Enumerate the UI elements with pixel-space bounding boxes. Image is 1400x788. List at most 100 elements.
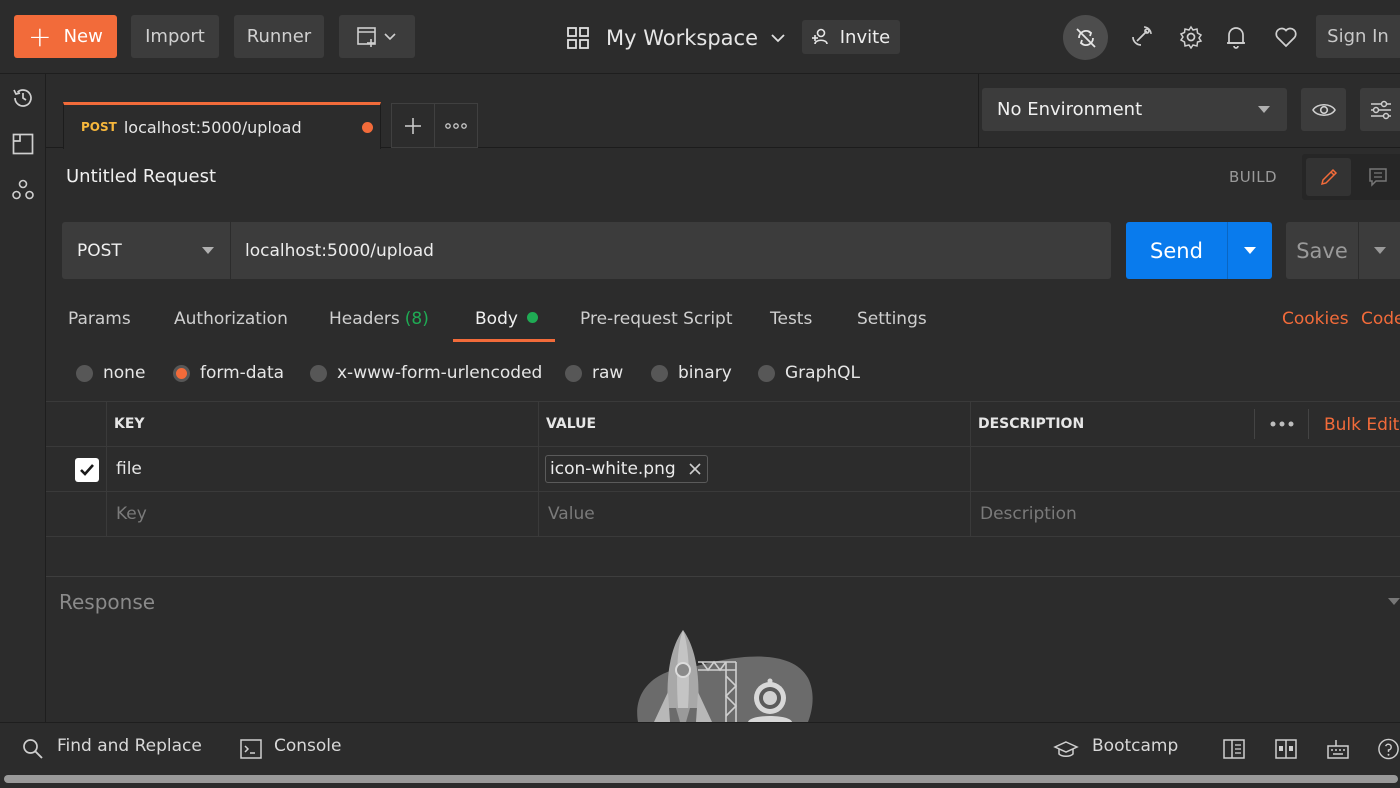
horizontal-scrollbar[interactable] [4, 775, 1398, 783]
runner-button[interactable]: Runner [234, 15, 324, 58]
row-description[interactable] [970, 447, 1400, 491]
keyboard-shortcuts-button[interactable] [1325, 737, 1351, 761]
search-icon [20, 737, 46, 761]
notifications-button[interactable] [1223, 24, 1249, 50]
new-value-input[interactable]: Value [538, 492, 970, 536]
help-icon [1378, 738, 1399, 760]
tab-headers[interactable]: Headers (8) [329, 309, 429, 329]
collapse-response-icon[interactable] [1388, 598, 1400, 605]
tab-body[interactable]: Body [475, 309, 538, 329]
invite-button[interactable]: Invite [802, 20, 900, 54]
build-mode-button[interactable] [1306, 158, 1351, 196]
body-type-none[interactable]: none [76, 363, 145, 383]
code-link[interactable]: Code [1361, 309, 1400, 329]
body-type-graphql-label: GraphQL [785, 363, 860, 383]
heart-button[interactable] [1273, 24, 1299, 50]
more-horizontal-icon [1270, 421, 1294, 427]
two-pane-view-button[interactable] [1221, 737, 1247, 761]
layout-toggle-button[interactable] [1273, 737, 1299, 761]
plus-icon: + [28, 19, 52, 53]
send-button[interactable]: Send [1126, 222, 1272, 279]
bulk-edit-link[interactable]: Bulk Edit [1324, 415, 1399, 435]
manage-environments-button[interactable] [1360, 88, 1400, 131]
request-name[interactable]: Untitled Request [66, 166, 216, 187]
pencil-icon [1320, 168, 1337, 186]
body-type-binary-label: binary [678, 363, 732, 383]
invite-label: Invite [839, 26, 891, 48]
table-options-button[interactable] [1268, 410, 1296, 438]
close-icon[interactable] [688, 462, 702, 476]
body-type-none-label: none [103, 363, 146, 383]
new-button[interactable]: + New [14, 15, 117, 58]
response-title: Response [59, 590, 156, 614]
console-icon [238, 737, 264, 761]
collections-button[interactable] [11, 132, 35, 156]
request-tab-active[interactable]: POST localhost:5000/upload [63, 102, 381, 149]
row-key[interactable]: file [106, 447, 538, 491]
two-pane-icon [1223, 739, 1245, 759]
mode-label: BUILD [1229, 168, 1278, 186]
environment-select[interactable]: No Environment [982, 88, 1287, 131]
console-button[interactable]: Console [274, 736, 342, 756]
history-icon [13, 89, 32, 107]
method-select[interactable]: POST [62, 222, 230, 279]
import-button[interactable]: Import [131, 15, 219, 58]
more-horizontal-icon [445, 122, 467, 129]
url-input[interactable]: localhost:5000/upload [230, 222, 1111, 279]
body-type-urlencoded[interactable]: x-www-form-urlencoded [310, 363, 542, 383]
tab-options-button[interactable] [435, 103, 478, 148]
headers-count-badge: (8) [404, 309, 429, 329]
active-tab-underline [453, 339, 555, 342]
sync-status-button[interactable] [1063, 15, 1108, 60]
caret-down-icon [1373, 247, 1386, 254]
interceptor-button[interactable] [1128, 24, 1154, 50]
history-button[interactable] [11, 86, 35, 110]
save-button[interactable]: Save [1286, 222, 1400, 279]
mode-toggle [1302, 154, 1400, 200]
new-window-button[interactable] [339, 15, 415, 58]
row-value[interactable]: icon-white.png [538, 447, 970, 491]
graduation-cap-icon [1053, 737, 1079, 761]
environment-quick-look-button[interactable] [1301, 88, 1346, 131]
collections-icon [12, 133, 34, 155]
left-sidebar [0, 74, 46, 722]
header-divider [1308, 409, 1309, 439]
row-enabled-checkbox[interactable] [75, 458, 99, 482]
method-selected: POST [77, 240, 122, 261]
find-replace-button[interactable]: Find and Replace [57, 736, 202, 756]
tab-authorization[interactable]: Authorization [174, 309, 288, 329]
radio-icon [651, 364, 668, 382]
add-tab-button[interactable] [391, 103, 435, 148]
response-divider[interactable] [46, 576, 1400, 577]
body-type-binary[interactable]: binary [651, 363, 732, 383]
bootcamp-button[interactable]: Bootcamp [1092, 736, 1178, 756]
new-description-input[interactable]: Description [970, 492, 1400, 536]
rocket-illustration [630, 628, 820, 722]
help-button[interactable] [1377, 737, 1400, 761]
tab-settings[interactable]: Settings [857, 309, 927, 329]
cookies-link[interactable]: Cookies [1282, 309, 1349, 329]
settings-button[interactable] [1178, 24, 1204, 50]
workspace-switcher[interactable]: My Workspace [566, 18, 786, 58]
apis-button[interactable] [11, 178, 35, 202]
tab-params[interactable]: Params [68, 309, 131, 329]
environment-area: No Environment [978, 74, 1400, 148]
caret-down-icon [202, 247, 214, 254]
workspace-name: My Workspace [606, 26, 759, 50]
top-bar: + New Import Runner My Workspace Invite … [0, 0, 1400, 74]
comments-button[interactable] [1358, 158, 1398, 196]
sliders-icon [1370, 100, 1391, 119]
send-options-button[interactable] [1227, 222, 1272, 279]
table-header-key: KEY [106, 402, 538, 447]
new-key-input[interactable]: Key [106, 492, 538, 536]
body-type-form-data[interactable]: form-data [173, 363, 284, 383]
tab-prerequest-script[interactable]: Pre-request Script [580, 309, 733, 329]
table-row: file icon-white.png [46, 447, 1400, 492]
tab-tests[interactable]: Tests [770, 309, 812, 329]
chevron-down-icon [771, 34, 785, 43]
body-type-raw[interactable]: raw [565, 363, 623, 383]
save-options-button[interactable] [1358, 222, 1400, 279]
caret-down-icon [1244, 247, 1256, 254]
sign-in-button[interactable]: Sign In [1316, 15, 1400, 58]
body-type-graphql[interactable]: GraphQL [758, 363, 860, 383]
